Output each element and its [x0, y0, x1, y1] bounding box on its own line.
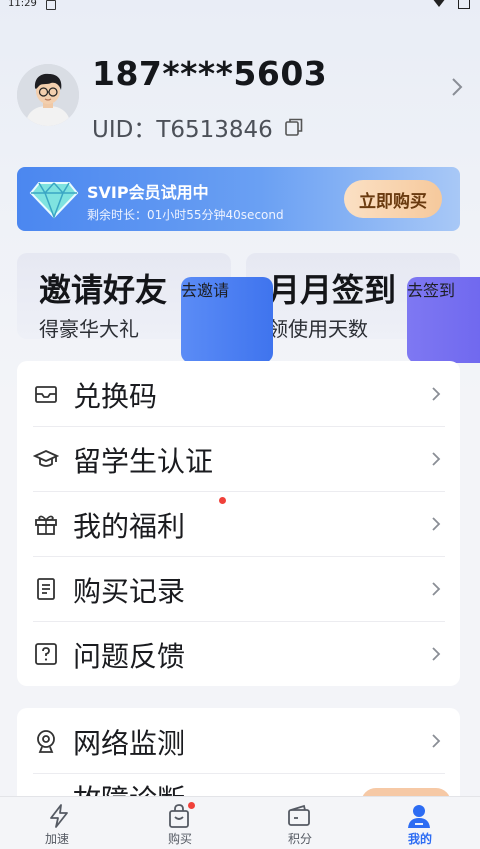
mail-icon: [33, 381, 59, 407]
menu-item-feedback[interactable]: 问题反馈: [33, 622, 445, 686]
menu-item-my-benefits[interactable]: 我的福利: [33, 492, 445, 557]
tab-label: 加速: [44, 832, 69, 846]
tab-accelerate[interactable]: 加速: [0, 797, 120, 849]
tab-points[interactable]: 积分: [240, 797, 360, 849]
notification-icon: [46, 0, 56, 10]
vip-remaining-time: 剩余时长：01小时55分钟40second: [87, 208, 284, 222]
notification-badge: [219, 497, 226, 504]
tab-label: 购买: [167, 832, 192, 846]
uid-row: UID：T6513846: [92, 110, 305, 144]
chevron-right-icon: [431, 386, 441, 402]
status-time: 11:29: [8, 0, 37, 9]
lightning-icon: [46, 803, 72, 829]
menu-item-network-monitor[interactable]: 网络监测: [33, 709, 445, 774]
menu-item-label: 我的福利: [73, 510, 186, 543]
profile-header[interactable]: 187****5603 UID：T6513846: [0, 50, 480, 150]
diamond-icon: [29, 177, 79, 221]
chevron-right-icon: [431, 581, 441, 597]
user-icon: [406, 803, 432, 829]
tab-purchase[interactable]: 购买: [120, 797, 240, 849]
network-monitor-icon: [33, 728, 59, 754]
battery-icon: [458, 0, 470, 9]
checkin-subtitle: 领使用天数: [268, 317, 368, 339]
checkin-button[interactable]: 去签到: [407, 277, 480, 363]
chevron-right-icon: [431, 516, 441, 532]
menu-item-label: 问题反馈: [73, 640, 186, 673]
invite-title: 邀请好友: [39, 271, 168, 309]
wallet-icon: [286, 803, 312, 829]
graduation-cap-icon: [32, 446, 60, 472]
chevron-right-icon: [431, 646, 441, 662]
bottom-tab-bar: 加速 购买 积分 我的: [0, 796, 480, 849]
checkin-title: 月月签到: [268, 271, 397, 309]
chevron-right-icon: [431, 451, 441, 467]
tab-mine[interactable]: 我的: [360, 797, 480, 849]
phone-number: 187****5603: [92, 54, 328, 93]
buy-now-button[interactable]: 立即购买: [344, 180, 442, 218]
copy-icon[interactable]: [283, 116, 305, 138]
menu-item-student-verify[interactable]: 留学生认证: [32, 427, 445, 492]
question-icon: [33, 641, 59, 667]
menu-item-label: 购买记录: [73, 575, 186, 608]
tab-label: 积分: [287, 832, 312, 846]
menu-card-primary: 兑换码 留学生认证 我的福利 购买记录 问题反馈: [17, 361, 460, 686]
receipt-icon: [33, 576, 59, 602]
tab-label: 我的: [407, 832, 432, 846]
uid-text: UID：T6513846: [92, 117, 273, 143]
menu-item-label: 网络监测: [73, 727, 186, 760]
menu-item-purchase-history[interactable]: 购买记录: [33, 557, 445, 622]
menu-item-redeem-code[interactable]: 兑换码: [33, 362, 445, 427]
gift-icon: [33, 511, 59, 537]
status-bar: 11:29: [0, 0, 480, 14]
menu-item-label: 留学生认证: [73, 445, 214, 478]
notification-badge: [188, 802, 195, 809]
signal-icon: [432, 0, 446, 7]
vip-banner[interactable]: SVIP会员试用中 剩余时长：01小时55分钟40second 立即购买: [17, 167, 460, 231]
vip-title: SVIP会员试用中: [87, 183, 209, 202]
avatar[interactable]: [17, 64, 79, 126]
chevron-right-icon: [431, 733, 441, 749]
invite-subtitle: 得豪华大礼: [39, 317, 139, 339]
chevron-right-icon[interactable]: [450, 76, 464, 98]
invite-button[interactable]: 去邀请: [181, 277, 273, 363]
menu-item-label: 兑换码: [73, 380, 158, 413]
